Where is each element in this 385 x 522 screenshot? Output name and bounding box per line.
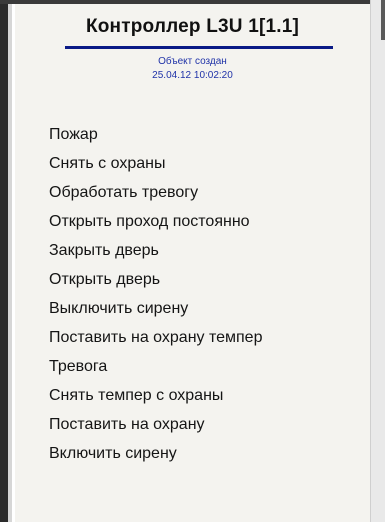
menu-items: Пожар Снять с охраны Обработать тревогу … (15, 120, 370, 468)
menu-item-siren-off[interactable]: Выключить сирену (15, 294, 370, 323)
menu-item-disarm-tamper[interactable]: Снять темпер с охраны (15, 381, 370, 410)
background-window-corner (381, 0, 385, 40)
menu-item-arm[interactable]: Поставить на охрану (15, 410, 370, 439)
menu-item-siren-on[interactable]: Включить сирену (15, 439, 370, 468)
menu-item-process-alarm[interactable]: Обработать тревогу (15, 178, 370, 207)
menu-title: Контроллер L3U 1[1.1] (85, 16, 300, 37)
object-created-label: Объект создан (158, 56, 227, 67)
title-underline (65, 46, 333, 49)
menu-item-close-door[interactable]: Закрыть дверь (15, 236, 370, 265)
menu-item-fire[interactable]: Пожар (15, 120, 370, 149)
menu-item-alarm[interactable]: Тревога (15, 352, 370, 381)
background-window-border (8, 0, 12, 522)
menu-item-disarm[interactable]: Снять с охраны (15, 149, 370, 178)
background-window-right-edge (370, 0, 385, 522)
menu-item-open-door[interactable]: Открыть дверь (15, 265, 370, 294)
menu-item-open-passage-permanently[interactable]: Открыть проход постоянно (15, 207, 370, 236)
menu-item-arm-tamper[interactable]: Поставить на охрану темпер (15, 323, 370, 352)
background-window-edge (0, 0, 8, 522)
context-menu-header: Контроллер L3U 1[1.1] Объект создан 25.0… (15, 4, 370, 96)
object-created-timestamp: 25.04.12 10:02:20 (152, 70, 233, 81)
context-menu: Контроллер L3U 1[1.1] Объект создан 25.0… (14, 4, 370, 522)
